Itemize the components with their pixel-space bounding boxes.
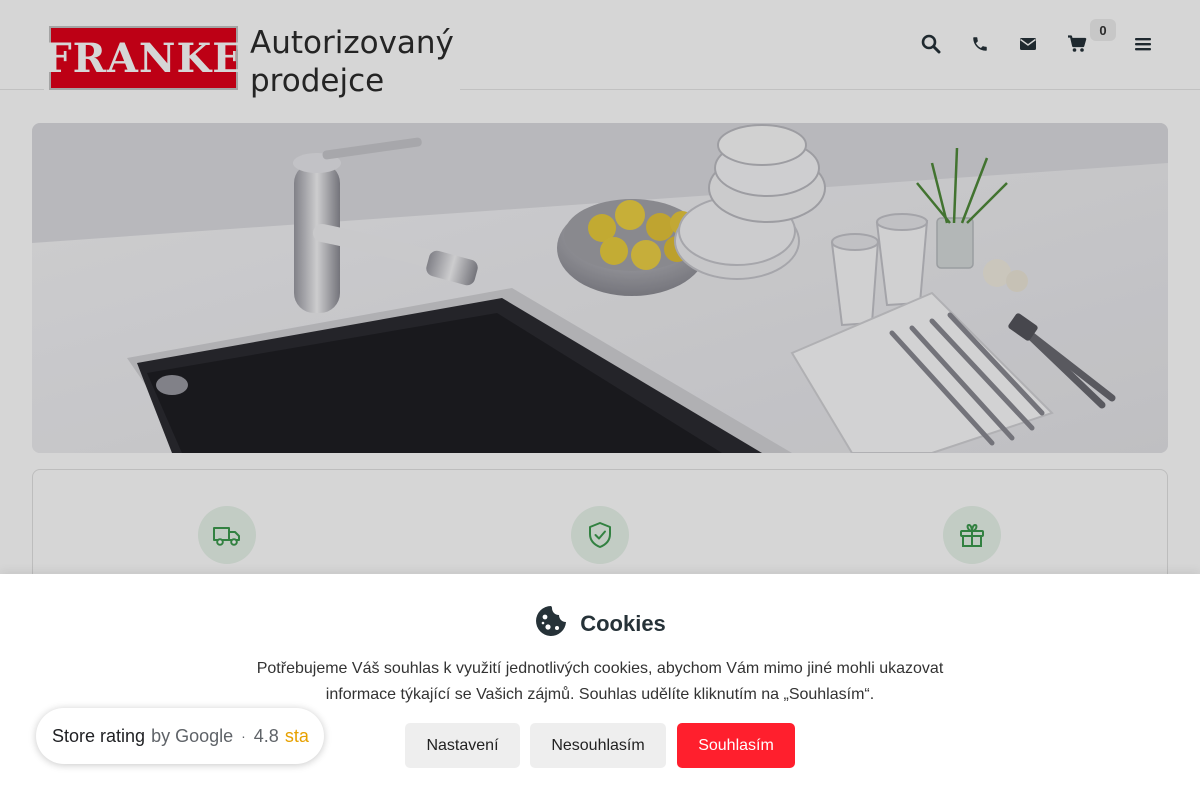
cookie-title: Cookies xyxy=(580,610,666,636)
store-rating-badge[interactable]: Store rating by Google · 4.8 sta xyxy=(36,708,324,764)
cookie-accept-button[interactable]: Souhlasím xyxy=(677,723,795,768)
cookie-message-line-2: informace týkající se Vašich zájmů. Souh… xyxy=(325,686,875,703)
cookie-message-line-1: Potřebujeme Váš souhlas k využití jednot… xyxy=(256,660,944,677)
cookie-icon xyxy=(534,604,568,643)
rating-provider: by Google xyxy=(151,725,234,746)
rating-score: 4.8 xyxy=(253,725,279,746)
cookie-decline-button[interactable]: Nesouhlasím xyxy=(530,723,666,768)
cookie-message: Potřebujeme Váš souhlas k využití jednot… xyxy=(240,656,960,708)
rating-separator: · xyxy=(241,728,246,744)
cookie-settings-button[interactable]: Nastavení xyxy=(405,723,520,768)
rating-title: Store rating xyxy=(52,725,146,746)
cookie-title-row: Cookies xyxy=(0,604,1200,643)
cookie-consent-banner: Cookies Potřebujeme Váš souhlas k využit… xyxy=(0,574,1200,800)
rating-stars-text: sta xyxy=(284,725,309,746)
